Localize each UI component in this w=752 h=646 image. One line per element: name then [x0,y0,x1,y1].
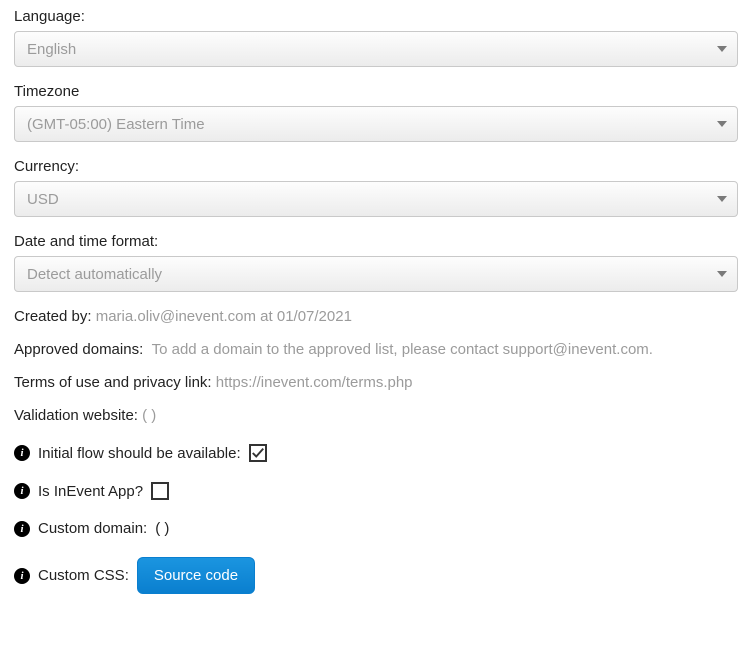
custom-domain-value: ( ) [155,520,169,537]
info-icon[interactable]: i [14,483,30,499]
terms-link-label: Terms of use and privacy link: [14,374,212,391]
terms-link-value: https://inevent.com/terms.php [216,374,413,391]
timezone-value: (GMT-05:00) Eastern Time [27,116,205,133]
source-code-button[interactable]: Source code [137,557,255,594]
chevron-down-icon [717,271,727,277]
validation-website-label: Validation website: [14,407,138,424]
chevron-down-icon [717,196,727,202]
created-by-row: Created by: maria.oliv@inevent.com at 01… [14,308,738,325]
chevron-down-icon [717,46,727,52]
language-label: Language: [14,8,738,25]
chevron-down-icon [717,121,727,127]
validation-website-row: Validation website: ( ) [14,407,738,424]
initial-flow-label: Initial flow should be available: [38,445,241,462]
datetime-format-value: Detect automatically [27,266,162,283]
terms-link-row: Terms of use and privacy link: https://i… [14,374,738,391]
currency-select[interactable]: USD [14,181,738,217]
timezone-select[interactable]: (GMT-05:00) Eastern Time [14,106,738,142]
datetime-format-select[interactable]: Detect automatically [14,256,738,292]
timezone-label: Timezone [14,83,738,100]
initial-flow-checkbox[interactable] [249,444,267,462]
approved-domains-label: Approved domains: [14,341,143,358]
language-select[interactable]: English [14,31,738,67]
info-icon[interactable]: i [14,445,30,461]
info-icon[interactable]: i [14,521,30,537]
approved-domains-value: To add a domain to the approved list, pl… [152,341,653,358]
info-icon[interactable]: i [14,568,30,584]
created-by-label: Created by: [14,308,92,325]
custom-css-label: Custom CSS: [38,567,129,584]
is-inevent-app-label: Is InEvent App? [38,483,143,500]
currency-value: USD [27,191,59,208]
created-by-value: maria.oliv@inevent.com at 01/07/2021 [96,308,352,325]
custom-domain-label: Custom domain: [38,520,147,537]
datetime-format-label: Date and time format: [14,233,738,250]
is-inevent-app-checkbox[interactable] [151,482,169,500]
language-value: English [27,41,76,58]
currency-label: Currency: [14,158,738,175]
approved-domains-row: Approved domains: To add a domain to the… [14,341,738,358]
validation-website-value: ( ) [142,407,156,424]
check-icon [251,446,265,460]
